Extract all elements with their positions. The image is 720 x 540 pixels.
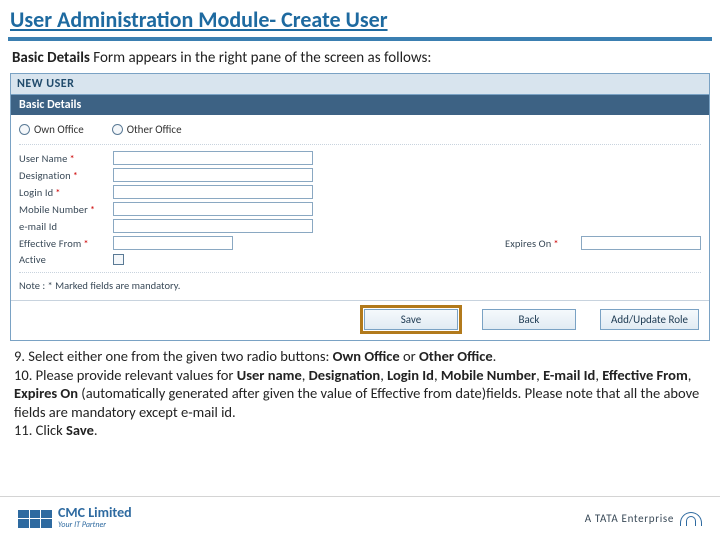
row-dates: Effective From* Expires On*: [19, 236, 701, 250]
cmc-name: CMC Limited: [58, 507, 132, 520]
radio-own-office[interactable]: Own Office: [19, 123, 84, 136]
input-designation[interactable]: [113, 168, 313, 182]
tata-text: A TATA Enterprise: [585, 512, 674, 525]
form-header: NEW USER: [11, 74, 709, 95]
input-user-name[interactable]: [113, 151, 313, 165]
save-button[interactable]: Save: [364, 309, 458, 330]
intro-bold: Basic Details: [12, 49, 90, 67]
tata-enterprise: A TATA Enterprise: [585, 512, 702, 526]
slide-footer: CMC Limited Your IT Partner A TATA Enter…: [0, 496, 720, 540]
radio-other-office-label: Other Office: [127, 123, 182, 136]
add-update-role-button[interactable]: Add/Update Role: [600, 309, 699, 330]
input-effective-from[interactable]: [113, 236, 233, 250]
row-active: Active: [19, 253, 701, 266]
instruction-text: 9. Select either one from the given two …: [0, 341, 720, 440]
radio-icon: [112, 124, 123, 135]
label-expires-on: Expires On*: [505, 237, 575, 250]
back-button[interactable]: Back: [482, 309, 576, 330]
label-user-name: User Name*: [19, 152, 107, 165]
intro-text: Basic Details Form appears in the right …: [0, 49, 720, 73]
row-login-id: Login Id*: [19, 185, 701, 199]
cmc-logo: CMC Limited Your IT Partner: [18, 507, 132, 530]
mandatory-note: Note : * Marked fields are mandatory.: [19, 272, 701, 294]
new-user-form: NEW USER Basic Details Own Office Other …: [10, 73, 710, 341]
label-designation: Designation*: [19, 169, 107, 182]
input-email[interactable]: [113, 219, 313, 233]
label-login-id: Login Id*: [19, 186, 107, 199]
section-basic-details: Basic Details: [11, 95, 709, 115]
row-designation: Designation*: [19, 168, 701, 182]
label-mobile: Mobile Number*: [19, 203, 107, 216]
row-user-name: User Name*: [19, 151, 701, 165]
input-login-id[interactable]: [113, 185, 313, 199]
slide-title: User Administration Module- Create User: [0, 0, 720, 35]
form-body: Own Office Other Office User Name* Desig…: [11, 115, 709, 300]
label-email: e-mail Id: [19, 220, 107, 233]
radio-icon: [19, 124, 30, 135]
row-email: e-mail Id: [19, 219, 701, 233]
input-expires-on[interactable]: [581, 236, 701, 250]
tata-logo-icon: [680, 512, 702, 526]
input-mobile[interactable]: [113, 202, 313, 216]
title-rule: [8, 37, 712, 41]
row-mobile: Mobile Number*: [19, 202, 701, 216]
office-radio-group: Own Office Other Office: [19, 119, 701, 145]
radio-own-office-label: Own Office: [34, 123, 84, 136]
button-row: Save Back Add/Update Role: [11, 300, 709, 340]
cmc-mark-icon: [18, 510, 52, 528]
label-effective-from: Effective From*: [19, 237, 107, 250]
cmc-tagline: Your IT Partner: [58, 520, 132, 530]
label-active: Active: [19, 253, 107, 266]
intro-rest: Form appears in the right pane of the sc…: [90, 49, 431, 67]
checkbox-active[interactable]: [113, 254, 124, 265]
radio-other-office[interactable]: Other Office: [112, 123, 182, 136]
